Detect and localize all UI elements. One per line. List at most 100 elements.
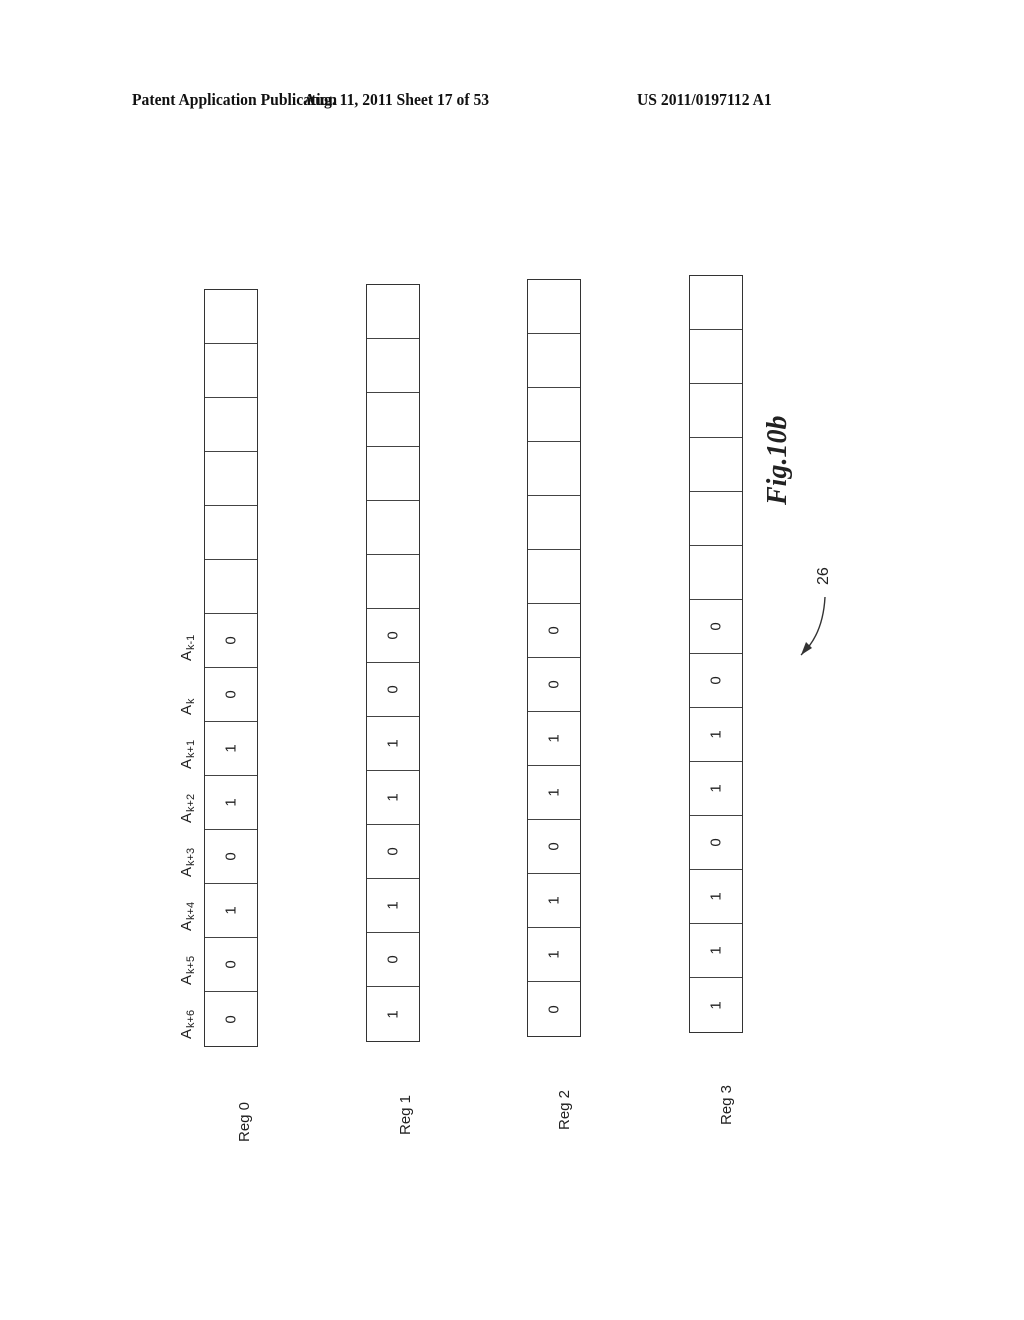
bit-value: 0 (384, 631, 402, 640)
bit-cell: 1 (690, 924, 742, 978)
bit-value: 1 (384, 1009, 402, 1019)
column-label-base: A (178, 650, 195, 661)
register-3: 0 0 1 1 0 1 1 1 (689, 275, 743, 1033)
bit-cell: 1 (367, 771, 419, 825)
bit-value: 0 (222, 636, 240, 645)
bit-cell: 1 (205, 884, 257, 938)
bit-cell: 1 (528, 766, 580, 820)
empty-cell (367, 393, 419, 447)
bit-cell: 1 (690, 708, 742, 762)
bit-value: 1 (222, 744, 240, 753)
bit-value: 0 (222, 852, 240, 861)
empty-cell (690, 492, 742, 546)
column-label-subscript: k+3 (185, 847, 197, 866)
bit-value: 0 (384, 685, 402, 694)
empty-cell (528, 442, 580, 496)
bit-cell: 0 (367, 825, 419, 879)
bit-cell: 1 (367, 879, 419, 933)
empty-cell (205, 452, 257, 506)
empty-cell (528, 496, 580, 550)
bit-value: 1 (545, 734, 563, 743)
column-label: Ak+6 (178, 1010, 197, 1039)
column-label: Ak+4 (178, 902, 197, 931)
bit-cell: 0 (528, 604, 580, 658)
reference-arrow-icon (800, 596, 826, 656)
bit-value: 0 (222, 960, 240, 969)
empty-cell (367, 501, 419, 555)
bit-cell: 0 (528, 658, 580, 712)
bit-value: 1 (707, 946, 725, 955)
empty-cell (367, 447, 419, 501)
bit-value: 1 (384, 793, 402, 802)
column-label: Ak (178, 698, 197, 715)
column-label-base: A (178, 974, 195, 985)
empty-cell (690, 546, 742, 600)
empty-cell (528, 388, 580, 442)
reference-numeral: 26 (815, 567, 832, 585)
column-label-base: A (178, 1028, 195, 1039)
column-label: Ak+2 (178, 794, 197, 823)
bit-value: 0 (707, 676, 725, 685)
column-label-base: A (178, 812, 195, 823)
bit-value: 1 (222, 798, 240, 807)
column-label: Ak+3 (178, 848, 197, 877)
column-label: Ak+1 (178, 740, 197, 769)
empty-cell (205, 560, 257, 614)
bit-cell: 0 (528, 982, 580, 1036)
empty-cell (690, 330, 742, 384)
bit-value: 0 (222, 690, 240, 699)
register-label: Reg 1 (397, 1094, 414, 1135)
bit-value: 1 (545, 788, 563, 797)
register-label: Reg 2 (556, 1089, 573, 1130)
bit-value: 0 (545, 680, 563, 689)
bit-cell: 1 (690, 762, 742, 816)
bit-value: 1 (222, 906, 240, 915)
column-label-subscript: k+1 (185, 739, 197, 758)
page-header: Patent Application Publication Aug. 11, … (132, 90, 892, 114)
empty-cell (528, 550, 580, 604)
bit-value: 1 (707, 892, 725, 901)
bit-cell: 1 (367, 717, 419, 771)
bit-cell: 0 (367, 609, 419, 663)
bit-value: 1 (545, 950, 563, 959)
empty-cell (205, 290, 257, 344)
bit-value: 0 (545, 842, 563, 851)
column-label-base: A (178, 704, 195, 715)
column-label-subscript: k-1 (185, 634, 197, 650)
bit-cell: 1 (528, 874, 580, 928)
bit-cell: 0 (528, 820, 580, 874)
bit-value: 0 (545, 626, 563, 635)
date-sheet: Aug. 11, 2011 Sheet 17 of 53 (304, 90, 490, 109)
patent-number: US 2011/0197112 A1 (637, 90, 772, 109)
bit-cell: 0 (367, 933, 419, 987)
bit-value: 0 (545, 1004, 563, 1014)
register-2: 0 0 1 1 0 1 1 0 (527, 279, 581, 1037)
bit-value: 0 (384, 847, 402, 856)
column-label-base: A (178, 866, 195, 877)
bit-cell: 0 (205, 830, 257, 884)
bit-cell: 0 (205, 668, 257, 722)
bit-value: 0 (707, 622, 725, 631)
bit-cell: 0 (690, 654, 742, 708)
column-label-base: A (178, 920, 195, 931)
column-label: Ak+5 (178, 956, 197, 985)
bit-value: 1 (384, 901, 402, 910)
bit-cell: 1 (690, 978, 742, 1032)
empty-cell (690, 276, 742, 330)
bit-value: 0 (222, 1014, 240, 1024)
bit-cell: 0 (367, 663, 419, 717)
bit-value: 1 (707, 1000, 725, 1010)
column-label-base: A (178, 758, 195, 769)
bit-cell: 0 (690, 816, 742, 870)
empty-cell (205, 344, 257, 398)
column-label-subscript: k (185, 698, 197, 704)
bit-cell: 1 (205, 776, 257, 830)
empty-cell (367, 555, 419, 609)
bit-value: 1 (707, 730, 725, 739)
column-label-subscript: k+2 (185, 793, 197, 812)
empty-cell (367, 339, 419, 393)
figure-label: Fig.10b (762, 415, 793, 505)
empty-cell (528, 334, 580, 388)
empty-cell (690, 384, 742, 438)
bit-cell: 0 (690, 600, 742, 654)
